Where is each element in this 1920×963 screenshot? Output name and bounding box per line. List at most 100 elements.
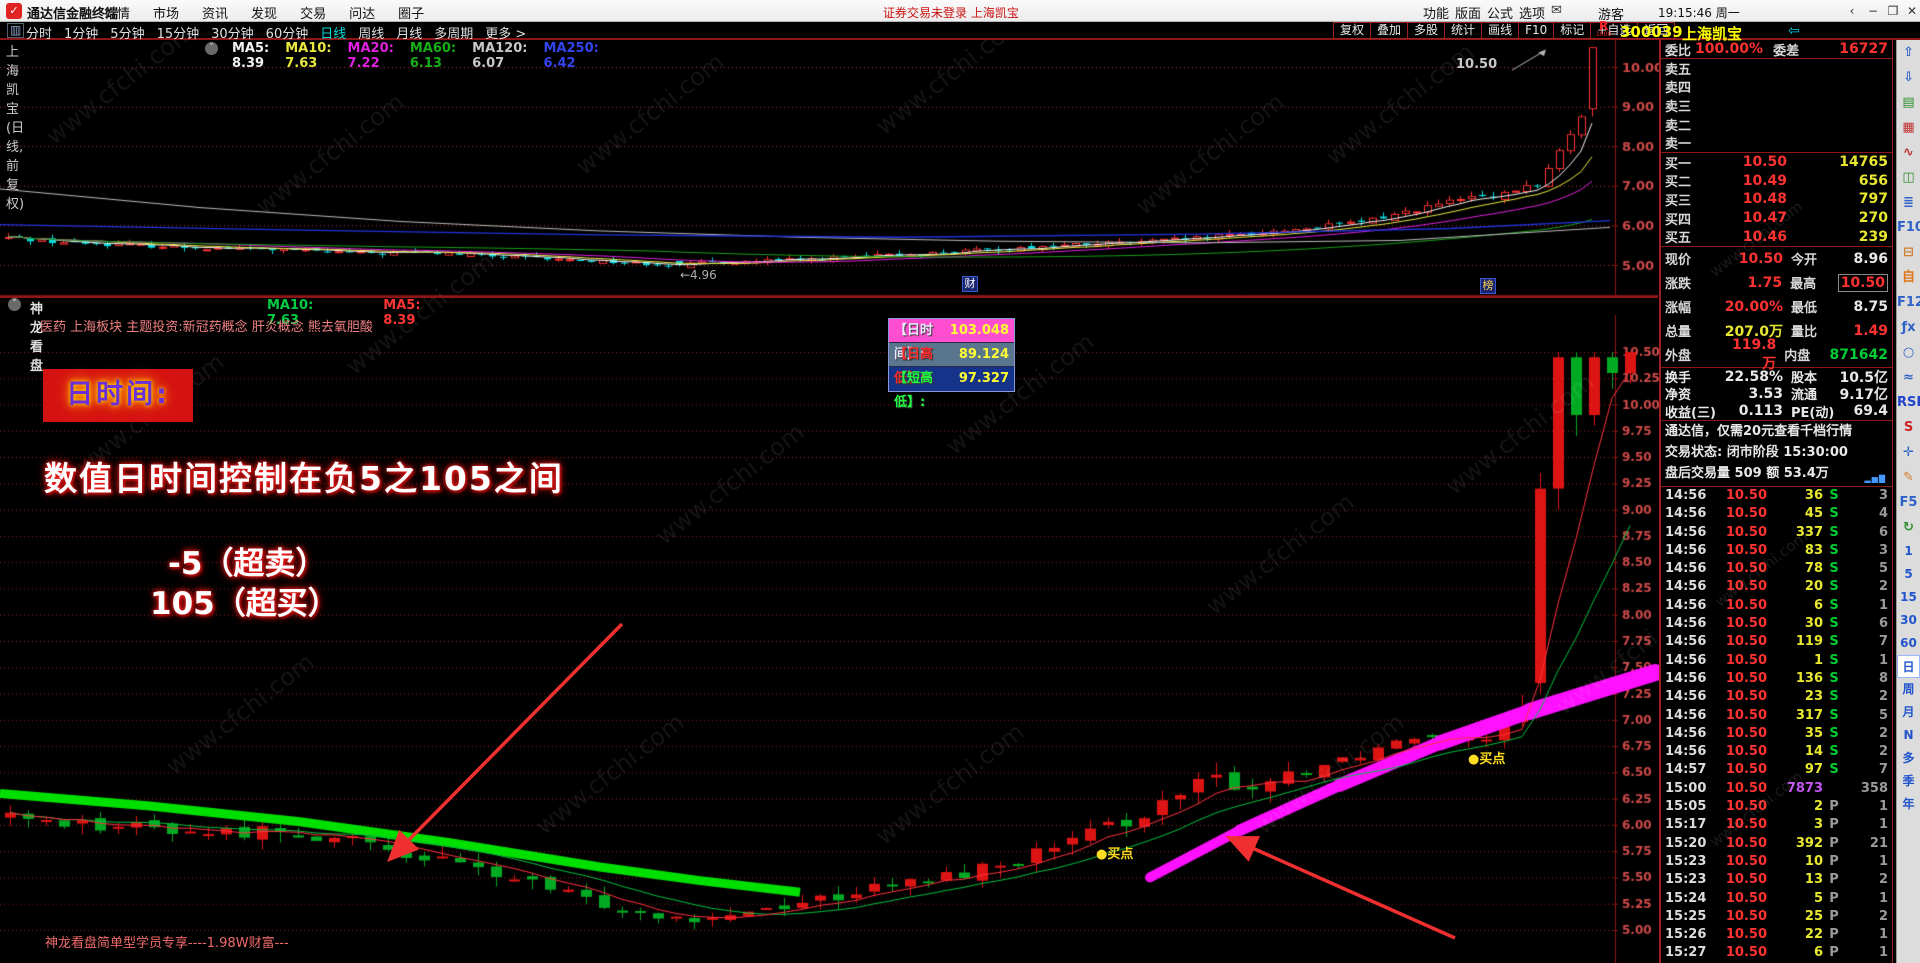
chevron-down-icon[interactable]: ˅: [8, 298, 21, 311]
trade-status: 交易状态: 闭市阶段 15:30:00: [1665, 444, 1848, 460]
formula-icon[interactable]: ƒx: [1897, 315, 1920, 340]
tree-view-icon[interactable]: ⊟: [1897, 240, 1920, 265]
menu-item-公式[interactable]: 公式: [1487, 3, 1513, 22]
period-tab-8[interactable]: 月线: [396, 23, 422, 42]
strip-period-5[interactable]: 5: [1897, 563, 1920, 586]
period-tab-2[interactable]: 5分钟: [110, 23, 144, 42]
strip-period-年[interactable]: 年: [1897, 793, 1920, 816]
chevron-down-icon[interactable]: ˅: [205, 42, 218, 55]
indicator-footer-note: 神龙看盘简单型学员专享----1.98W财富---: [45, 936, 289, 951]
minimize-icon[interactable]: −: [1864, 2, 1882, 20]
txn-price: 10.50: [1725, 799, 1767, 815]
toolbar-button-4[interactable]: 画线: [1482, 22, 1520, 39]
period-tab-5[interactable]: 60分钟: [266, 23, 309, 42]
period-tab-9[interactable]: 多周期: [434, 23, 473, 42]
period-tab-7[interactable]: 周线: [358, 23, 384, 42]
maximize-icon[interactable]: ❐: [1884, 2, 1902, 20]
menu-item-0[interactable]: 行情: [104, 3, 130, 22]
concept-tags[interactable]: 医药 上海板块 主题投资:新冠药概念 肝炎概念 熊去氧胆酸: [40, 316, 373, 335]
report-icon[interactable]: ▤: [1897, 90, 1920, 115]
wave-icon[interactable]: ≈: [1897, 365, 1920, 390]
rsi-icon[interactable]: RSI: [1897, 390, 1920, 415]
low-price-label: ←4.96: [680, 268, 717, 282]
trend-chart-icon[interactable]: ∿: [1897, 140, 1920, 165]
menu-item-5[interactable]: 问达: [349, 3, 375, 22]
layout-panel-icon[interactable]: ▥: [7, 23, 25, 38]
strip-period-多[interactable]: 多: [1897, 747, 1920, 770]
period-tab-0[interactable]: 分时: [26, 23, 52, 42]
menu-item-版面[interactable]: 版面: [1455, 3, 1481, 22]
buy-label: 买三: [1665, 193, 1692, 209]
refresh-icon[interactable]: ↻: [1897, 515, 1920, 540]
chart-title: 上海凯宝(日线,前复权): [6, 45, 25, 212]
menu-item-选项[interactable]: 选项: [1519, 3, 1545, 22]
collapse-icon[interactable]: ‹: [1843, 2, 1861, 20]
strip-period-月[interactable]: 月: [1897, 701, 1920, 724]
period-tab-6[interactable]: 日线: [320, 23, 346, 42]
move-cross-icon[interactable]: ✛: [1897, 440, 1920, 465]
stat-label: 最低: [1791, 301, 1818, 317]
indicator-name[interactable]: 神龙看盘: [30, 298, 43, 374]
strip-period-1[interactable]: 1: [1897, 540, 1920, 563]
stat-value: 8.75: [1839, 299, 1888, 315]
transaction-row: 14:56 10.50 78 S 5: [1661, 560, 1892, 578]
strip-period-60[interactable]: 60: [1897, 632, 1920, 655]
toolbar-button-1[interactable]: 叠加: [1371, 22, 1409, 39]
scroll-down-icon[interactable]: ⇩: [1897, 65, 1920, 90]
strip-period-日[interactable]: 日: [1897, 655, 1920, 678]
tooltip-label: 【日时间】:: [894, 323, 934, 362]
menu-item-1[interactable]: 市场: [153, 3, 179, 22]
menu-item-2[interactable]: 资讯: [202, 3, 228, 22]
back-arrow-icon[interactable]: ⇦: [1788, 23, 1800, 39]
circle-mark-icon[interactable]: ○: [1897, 340, 1920, 365]
toolbar-button-2[interactable]: 多股: [1408, 22, 1446, 39]
strip-period-季[interactable]: 季: [1897, 770, 1920, 793]
f5-icon[interactable]: F5: [1897, 490, 1920, 515]
period-tab-1[interactable]: 1分钟: [64, 23, 98, 42]
f10-icon[interactable]: F10: [1897, 215, 1920, 240]
txn-count: 3: [1878, 488, 1888, 503]
news-marker-bang[interactable]: 榜: [1480, 278, 1496, 294]
txn-volume: 13: [1804, 872, 1823, 888]
close-icon[interactable]: ✕: [1903, 2, 1920, 20]
txn-count: 1: [1878, 927, 1888, 943]
strip-period-周[interactable]: 周: [1897, 678, 1920, 701]
login-notice[interactable]: 证券交易未登录 上海凯宝: [883, 4, 1019, 21]
mini-bars-icon[interactable]: ▂▅▇: [1865, 468, 1886, 484]
strip-period-15[interactable]: 15: [1897, 586, 1920, 609]
menu-item-4[interactable]: 交易: [300, 3, 326, 22]
buy-label: 买四: [1665, 212, 1692, 228]
menu-item-3[interactable]: 发现: [251, 3, 277, 22]
transaction-list[interactable]: 14:56 10.50 36 S 3 14:56 10.50 45 S 4 14:56 10.50 33…: [1661, 486, 1892, 963]
news-marker-cai[interactable]: 财: [962, 276, 978, 292]
kline-chart-icon[interactable]: ◫: [1897, 165, 1920, 190]
main-kline-chart[interactable]: [0, 40, 1660, 297]
period-tab-3[interactable]: 15分钟: [157, 23, 200, 42]
menu-item-功能[interactable]: 功能: [1423, 3, 1449, 22]
quote-board-icon[interactable]: ▦: [1897, 115, 1920, 140]
scroll-up-icon[interactable]: ⇧: [1897, 40, 1920, 65]
txn-count: 2: [1878, 689, 1888, 705]
info-panel-icon[interactable]: ≣: [1897, 190, 1920, 215]
txn-price: 10.50: [1725, 817, 1767, 833]
txn-volume: 392: [1795, 835, 1823, 851]
buy-price: 10.48: [1742, 191, 1787, 208]
money-icon[interactable]: S: [1897, 415, 1920, 440]
f12-icon[interactable]: F12: [1897, 290, 1920, 315]
indicator-chart[interactable]: [0, 315, 1660, 963]
strip-period-30[interactable]: 30: [1897, 609, 1920, 632]
menu-item-6[interactable]: 圈子: [398, 3, 424, 22]
mail-icon[interactable]: ✉: [1551, 3, 1562, 18]
self-select-icon[interactable]: 自: [1897, 265, 1920, 290]
period-tab-10[interactable]: 更多 >: [485, 23, 526, 42]
toolbar-button-0[interactable]: 复权: [1333, 22, 1372, 39]
toolbar-button-3[interactable]: 统计: [1445, 22, 1483, 39]
draw-pencil-icon[interactable]: ✎: [1897, 465, 1920, 490]
transaction-row: 14:56 10.50 36 S 3: [1661, 487, 1892, 505]
strip-period-N[interactable]: N: [1897, 724, 1920, 747]
toolbar-button-5[interactable]: F10: [1519, 22, 1555, 39]
txn-price: 10.50: [1725, 890, 1767, 906]
ad-line[interactable]: 通达信，仅需20元查看千档行情: [1661, 419, 1892, 442]
toolbar-button-6[interactable]: 标记: [1554, 22, 1592, 39]
period-tab-4[interactable]: 30分钟: [211, 23, 254, 42]
